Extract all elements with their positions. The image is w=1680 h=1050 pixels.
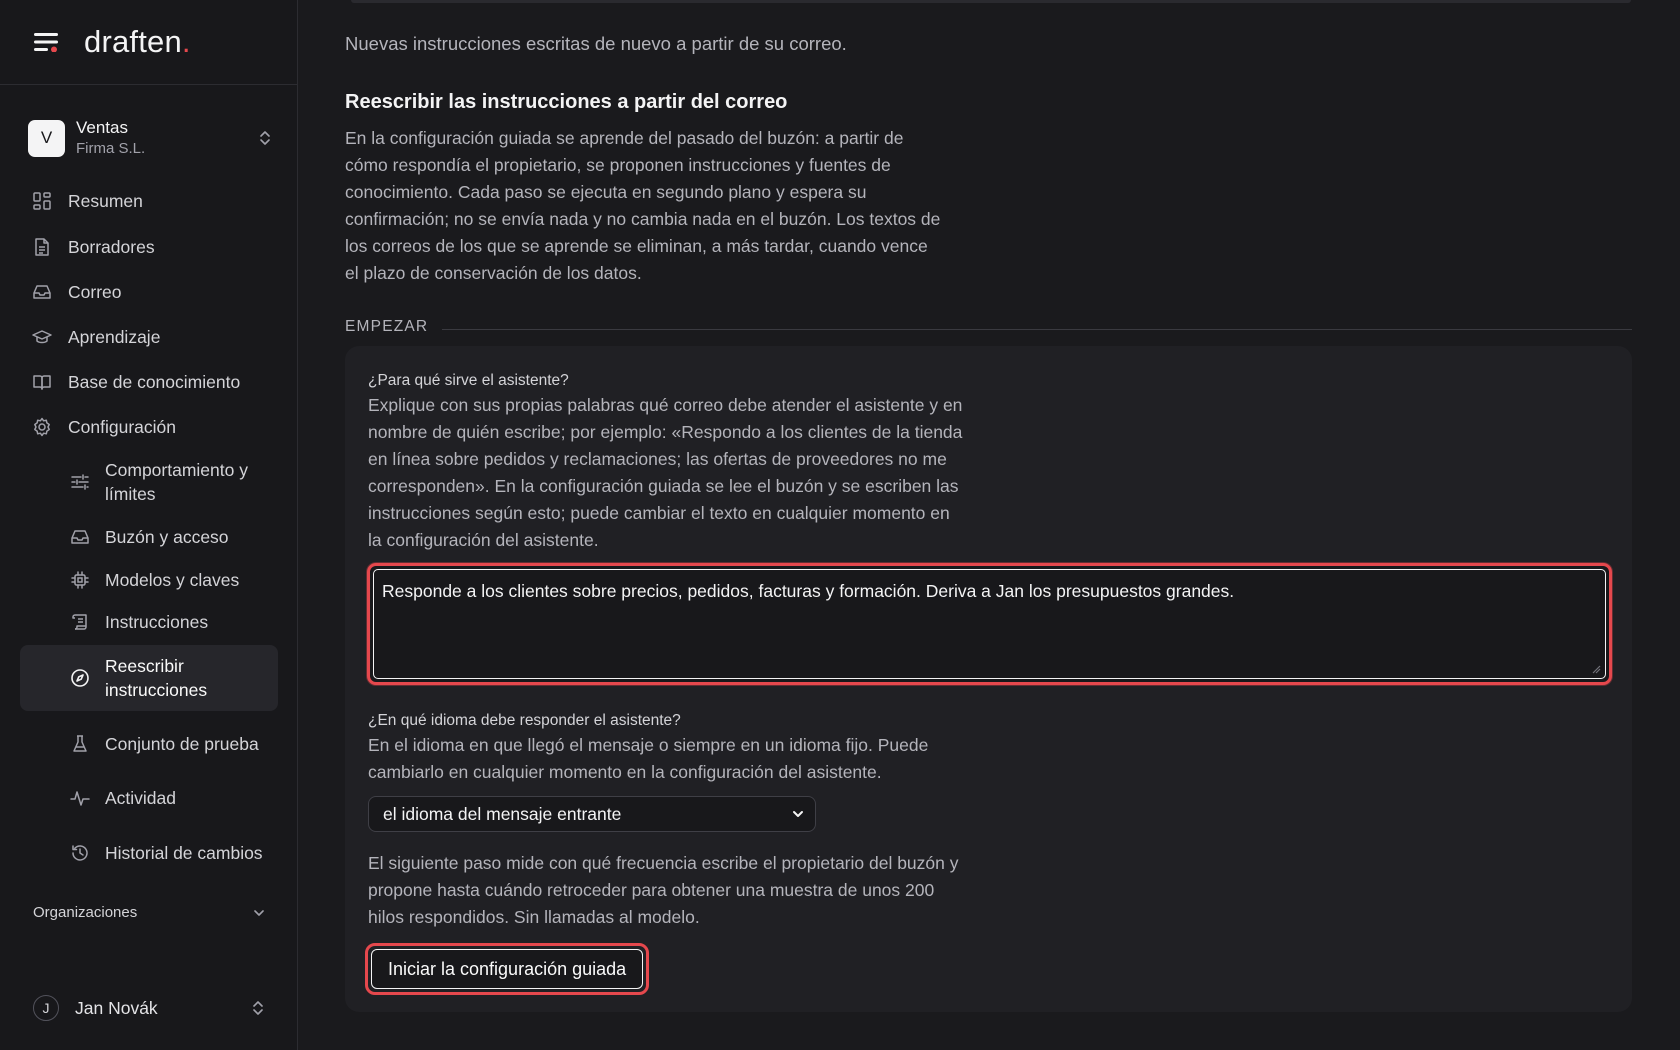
chip-icon: [70, 570, 90, 590]
page-description: En la configuración guiada se aprende de…: [345, 128, 941, 283]
dashboard-icon: [32, 191, 52, 211]
nav-sub-historial[interactable]: Historial de cambios: [20, 829, 278, 877]
history-icon: [70, 843, 90, 863]
language-label: ¿En qué idioma debe responder el asisten…: [368, 712, 681, 729]
start-guided-setup-button[interactable]: Iniciar la configuración guiada: [371, 949, 644, 989]
nav-item-aprendizaje[interactable]: Aprendizaje: [20, 324, 278, 350]
menu-icon[interactable]: [32, 27, 62, 57]
user-menu[interactable]: J Jan Novák: [33, 993, 267, 1023]
brand-row: draften.: [0, 0, 297, 85]
chevron-up-down-icon: [256, 129, 274, 147]
inbox-icon: [70, 527, 90, 547]
flask-icon: [70, 734, 90, 754]
nav-item-configuracion[interactable]: Configuración: [20, 414, 278, 440]
next-step-text: El siguiente paso mide con qué frecuenci…: [368, 853, 959, 927]
scroll-icon: [70, 612, 90, 632]
organizations-label: Organizaciones: [33, 904, 138, 921]
workspace-name: Ventas: [76, 118, 128, 137]
language-help: En el idioma en que llegó el mensaje o s…: [368, 735, 929, 782]
purpose-label: ¿Para qué sirve el asistente?: [368, 372, 569, 389]
nav-item-resumen[interactable]: Resumen: [20, 188, 278, 214]
sidebar: draften. V Ventas Firma S.L. Resumen Bor…: [0, 0, 298, 1050]
section-label: EMPEZAR: [345, 318, 1632, 336]
purpose-textarea[interactable]: Responde a los clientes sobre precios, p…: [373, 569, 1606, 679]
intro-text: Nuevas instrucciones escritas de nuevo a…: [345, 33, 847, 54]
purpose-help: Explique con sus propias palabras qué co…: [368, 395, 963, 550]
nav-item-correo[interactable]: Correo: [20, 279, 278, 305]
page-heading: Reescribir las instrucciones a partir de…: [345, 91, 788, 113]
previous-card-edge: [351, 0, 1631, 3]
nav-sub-instrucciones[interactable]: Instrucciones: [20, 609, 278, 635]
compass-icon: [70, 668, 90, 688]
purpose-focus-ring: Responde a los clientes sobre precios, p…: [367, 563, 1612, 685]
avatar: J: [33, 995, 59, 1021]
graduation-cap-icon: [32, 327, 52, 347]
language-select-value: el idioma del mensaje entrante: [383, 803, 622, 824]
workspace-switcher[interactable]: V Ventas Firma S.L.: [28, 112, 274, 164]
gear-icon: [32, 417, 52, 437]
nav-sub-conjunto-prueba[interactable]: Conjunto de prueba: [20, 720, 278, 768]
section-divider: [442, 328, 1632, 330]
setup-card: ¿Para qué sirve el asistente? Explique c…: [345, 346, 1632, 1012]
sliders-icon: [70, 472, 90, 492]
user-name: Jan Novák: [75, 997, 158, 1018]
nav-sub-actividad[interactable]: Actividad: [20, 785, 278, 811]
main-content: Nuevas instrucciones escritas de nuevo a…: [299, 0, 1680, 1050]
nav-sub-comportamiento[interactable]: Comportamiento y límites: [20, 458, 278, 506]
language-select[interactable]: el idioma del mensaje entrante: [368, 796, 816, 832]
inbox-icon: [32, 282, 52, 302]
nav-item-base-conocimiento[interactable]: Base de conocimiento: [20, 369, 278, 395]
organizations-toggle[interactable]: Organizaciones: [33, 904, 267, 921]
nav-sub-modelos[interactable]: Modelos y claves: [20, 567, 278, 593]
chevron-down-icon: [251, 905, 267, 921]
activity-icon: [70, 788, 90, 808]
nav-sub-reescribir[interactable]: Reescribir instrucciones: [20, 645, 278, 711]
chevron-down-icon: [791, 807, 805, 821]
brand-logo[interactable]: draften.: [84, 24, 191, 60]
chevron-up-down-icon: [249, 999, 267, 1017]
start-button-focus-ring: Iniciar la configuración guiada: [365, 943, 650, 995]
document-icon: [32, 237, 52, 257]
workspace-avatar: V: [28, 119, 65, 157]
book-icon: [32, 372, 52, 392]
nav-item-borradores[interactable]: Borradores: [20, 234, 278, 260]
nav-sub-buzon[interactable]: Buzón y acceso: [20, 524, 278, 550]
resize-grip-icon[interactable]: [1591, 664, 1601, 674]
workspace-org: Firma S.L.: [76, 140, 146, 157]
